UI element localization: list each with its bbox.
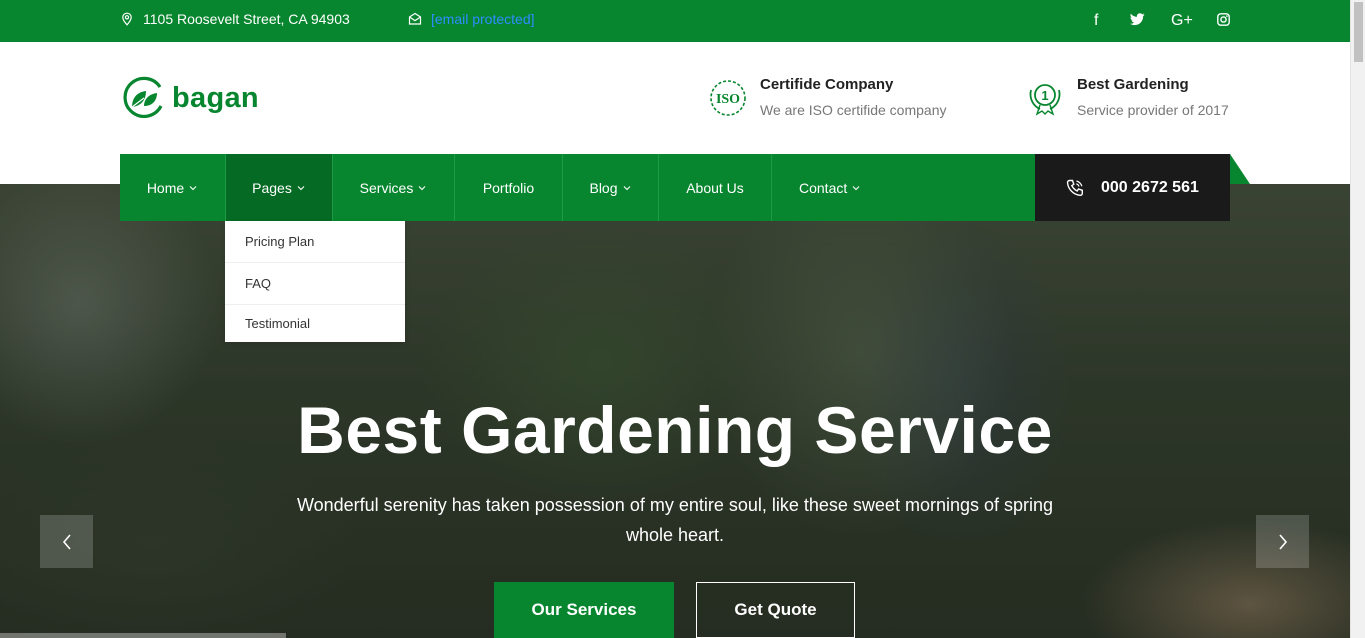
chevron-down-icon: [852, 185, 860, 190]
svg-text:ISO: ISO: [716, 92, 740, 107]
nav-item-label: Services: [359, 179, 414, 196]
brand-name: bagan: [172, 81, 259, 114]
nav-corner-decoration: [1230, 154, 1250, 184]
email-link[interactable]: [email protected]: [431, 11, 535, 27]
nav-item-label: Portfolio: [482, 179, 535, 196]
info-best-gardening-title: Best Gardening: [1077, 76, 1189, 93]
chevron-down-icon: [297, 185, 305, 190]
phone-number: 000 2672 561: [1101, 178, 1199, 196]
info-best-gardening: 1 Best Gardening Service provider of 201…: [1025, 76, 1229, 118]
iso-badge-icon: ISO: [710, 80, 746, 116]
main-nav: Home Pages Services Portfolio Blog About…: [120, 154, 1035, 221]
top-bar: 1105 Roosevelt Street, CA 94903 [email p…: [0, 0, 1350, 42]
page-scrollbar[interactable]: [1350, 0, 1365, 638]
nav-item-home[interactable]: Home: [120, 154, 226, 221]
nav-item-about-us[interactable]: About Us: [659, 154, 772, 221]
hero-subtitle: Wonderful serenity has taken possession …: [296, 495, 1054, 545]
map-pin-icon: [122, 12, 132, 26]
pages-dropdown-menu: Pricing Plan FAQ Testimonial: [225, 221, 405, 342]
address: 1105 Roosevelt Street, CA 94903: [120, 11, 350, 27]
google-plus-icon[interactable]: G+: [1171, 12, 1193, 30]
twitter-icon[interactable]: [1130, 13, 1145, 26]
email: [email protected]: [408, 11, 535, 27]
nav-item-contact[interactable]: Contact: [772, 154, 1035, 221]
nav-item-label: Blog: [589, 179, 618, 196]
nav-item-label: Home: [146, 179, 185, 196]
logo[interactable]: bagan: [120, 76, 259, 120]
phone-cta[interactable]: 000 2672 561: [1035, 154, 1230, 221]
nav-item-label: About Us: [686, 179, 744, 196]
nav-item-blog[interactable]: Blog: [563, 154, 659, 221]
facebook-icon[interactable]: f: [1094, 12, 1098, 30]
nav-item-pages[interactable]: Pages: [226, 154, 333, 221]
award-badge-icon: 1: [1029, 84, 1061, 116]
nav-item-label: Pages: [252, 179, 292, 196]
our-services-button[interactable]: Our Services: [494, 582, 674, 638]
slider-prev-button[interactable]: [40, 515, 93, 568]
get-quote-button[interactable]: Get Quote: [696, 582, 855, 638]
dropdown-item-testimonial[interactable]: Testimonial: [225, 305, 405, 342]
info-certified-subtitle: We are ISO certifide company: [760, 102, 947, 118]
dropdown-item-pricing-plan[interactable]: Pricing Plan: [225, 221, 405, 263]
leaf-logo-icon: [123, 76, 163, 118]
address-text: 1105 Roosevelt Street, CA 94903: [143, 11, 350, 27]
slider-progress: [0, 633, 286, 638]
instagram-icon[interactable]: [1217, 13, 1230, 26]
hero-title: Best Gardening Service: [297, 393, 1053, 467]
chevron-down-icon: [189, 185, 197, 190]
chevron-down-icon: [623, 185, 630, 190]
nav-item-portfolio[interactable]: Portfolio: [455, 154, 563, 221]
info-best-gardening-subtitle: Service provider of 2017: [1077, 102, 1229, 118]
slider-next-button[interactable]: [1256, 515, 1309, 568]
instagram-glyph-icon: [1217, 13, 1230, 26]
info-certified-title: Certifide Company: [760, 76, 894, 93]
phone-icon: [1066, 179, 1083, 196]
envelope-icon: [408, 12, 422, 25]
nav-item-label: Contact: [799, 179, 848, 196]
scrollbar-thumb[interactable]: [1354, 2, 1363, 62]
twitter-bird-icon: [1130, 13, 1145, 26]
svg-text:1: 1: [1041, 88, 1048, 103]
chevron-down-icon: [418, 185, 426, 190]
chevron-left-icon: [62, 533, 71, 550]
chevron-right-icon: [1278, 533, 1287, 550]
hero-slider: Best Gardening Service Wonderful serenit…: [0, 184, 1350, 638]
dropdown-item-faq[interactable]: FAQ: [225, 263, 405, 305]
nav-item-services[interactable]: Services: [333, 154, 455, 221]
info-certified: ISO Certifide Company We are ISO certifi…: [708, 76, 946, 118]
